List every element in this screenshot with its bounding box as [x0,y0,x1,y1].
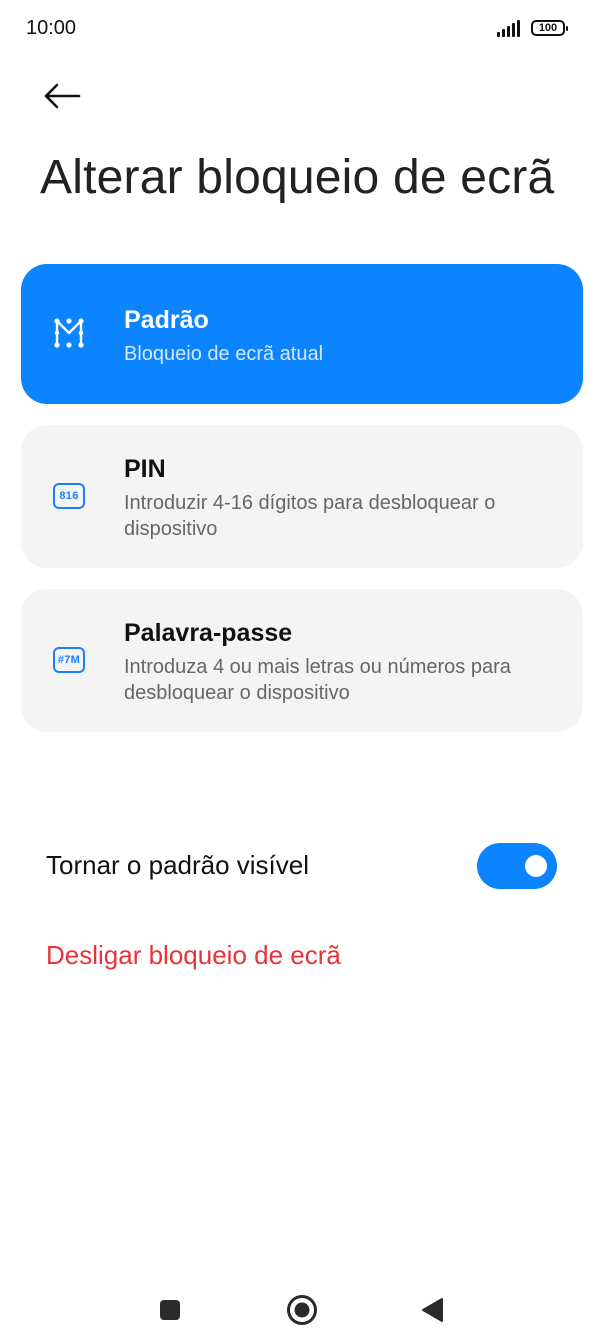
back-button[interactable] [38,76,86,116]
option-password[interactable]: #7M Palavra-passe Introduza 4 ou mais le… [21,589,583,732]
triangle-back-icon [422,1298,443,1322]
back-nav-button[interactable] [412,1290,452,1330]
battery-level: 100 [538,22,558,34]
visible-pattern-label: Tornar o padrão visível [46,850,310,880]
option-title: PIN [124,455,166,483]
option-description: Introduzir 4-16 dígitos para desbloquear… [124,492,496,540]
password-icon: #7M [50,641,88,679]
page-title: Alterar bloqueio de ecrã [40,151,555,204]
square-icon [160,1300,180,1320]
visible-pattern-toggle[interactable] [477,843,557,889]
password-icon-text: #7M [53,647,85,673]
toggle-knob [525,855,547,877]
recents-button[interactable] [150,1290,190,1330]
option-pattern[interactable]: Padrão Bloqueio de ecrã atual [21,264,583,404]
signal-icon [497,19,523,37]
option-pin[interactable]: 816 PIN Introduzir 4-16 dígitos para des… [21,425,583,568]
nav-bar [0,1274,604,1344]
status-time: 10:00 [26,17,77,39]
option-description: Bloqueio de ecrã atual [124,343,324,365]
circle-home-icon [287,1295,317,1325]
visible-pattern-row[interactable]: Tornar o padrão visível [0,830,604,902]
disable-lock-button[interactable]: Desligar bloqueio de ecrã [46,940,341,971]
pin-icon-text: 816 [53,483,85,509]
option-description: Introduza 4 ou mais letras ou números pa… [124,656,511,704]
arrow-left-icon [44,83,81,109]
status-bar: 10:00 100 [0,0,604,58]
home-button[interactable] [282,1290,322,1330]
pattern-icon [50,314,88,352]
option-title: Palavra-passe [124,619,293,647]
battery-icon: 100 [531,20,568,36]
option-title: Padrão [124,306,209,334]
pin-icon: 816 [50,477,88,515]
